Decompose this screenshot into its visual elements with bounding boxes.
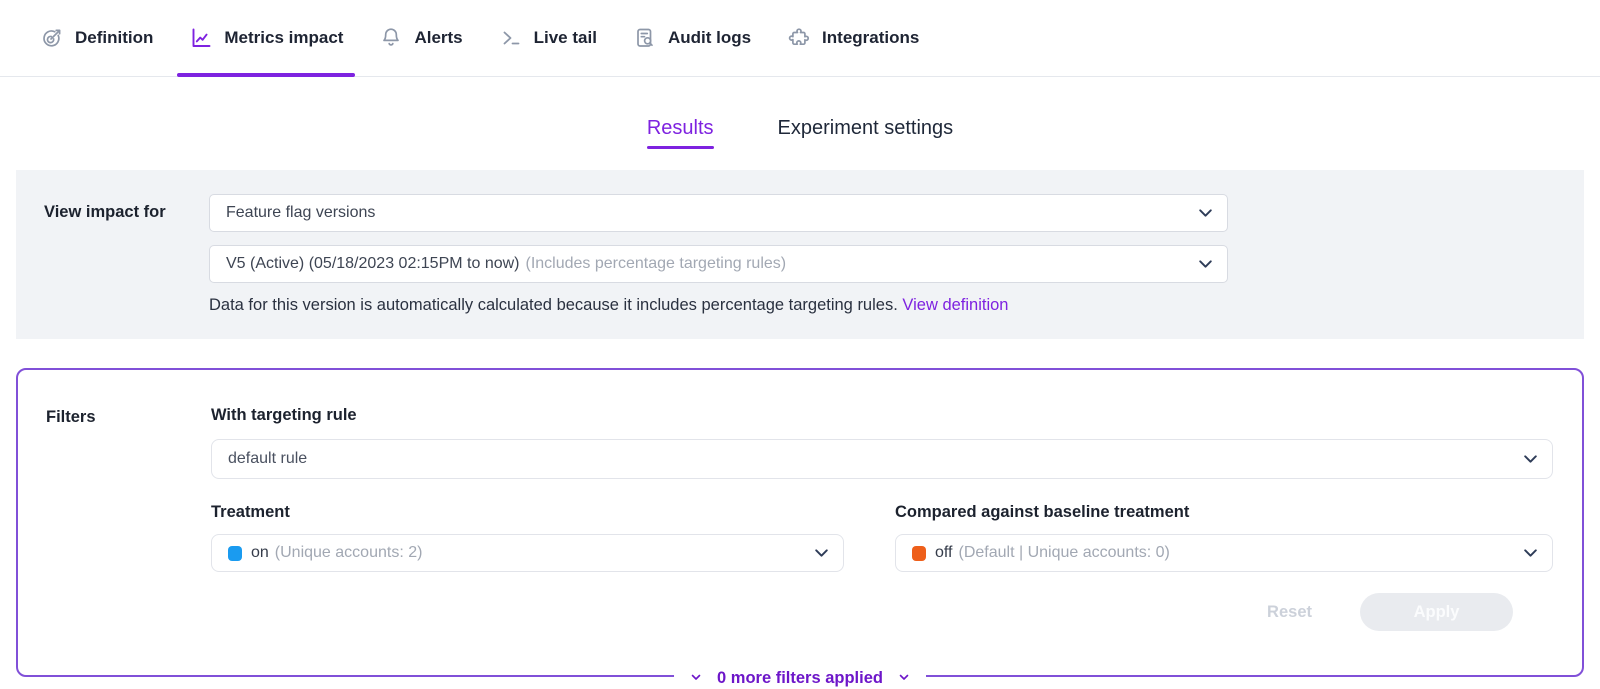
tab-integrations-label: Integrations	[822, 28, 919, 48]
tab-alerts[interactable]: Alerts	[365, 0, 476, 76]
targeting-rule-dropdown[interactable]: default rule	[211, 439, 1553, 479]
targeting-rule-value: default rule	[228, 450, 307, 468]
targeting-rule-label: With targeting rule	[211, 406, 1553, 425]
tab-results[interactable]: Results	[647, 117, 714, 149]
bell-icon	[379, 26, 403, 50]
tab-live-tail-label: Live tail	[534, 28, 597, 48]
filters-section-label: Filters	[46, 406, 211, 631]
impact-type-value: Feature flag versions	[226, 204, 375, 222]
more-filters-label: 0 more filters applied	[717, 669, 883, 688]
tab-metrics-impact[interactable]: Metrics impact	[175, 0, 357, 76]
more-filters-toggle[interactable]: 0 more filters applied	[674, 669, 926, 688]
reset-button[interactable]: Reset	[1267, 603, 1312, 622]
tab-metrics-impact-label: Metrics impact	[224, 28, 343, 48]
tab-experiment-settings[interactable]: Experiment settings	[778, 117, 954, 149]
chevron-down-icon	[813, 545, 830, 562]
tab-live-tail[interactable]: Live tail	[485, 0, 611, 76]
treatment-off-swatch	[912, 546, 926, 561]
version-note-text: Data for this version is automatically c…	[209, 296, 898, 314]
chevron-down-icon	[1197, 205, 1214, 222]
chevron-down-small-icon	[690, 669, 702, 688]
impact-type-dropdown[interactable]: Feature flag versions	[209, 194, 1228, 232]
treatment-dropdown[interactable]: on (Unique accounts: 2)	[211, 534, 844, 572]
view-definition-link[interactable]: View definition	[902, 296, 1008, 314]
tab-alerts-label: Alerts	[414, 28, 462, 48]
baseline-treatment-dropdown[interactable]: off (Default | Unique accounts: 0)	[895, 534, 1553, 572]
chevron-down-icon	[1197, 256, 1214, 273]
treatment-hint: (Unique accounts: 2)	[275, 544, 423, 562]
baseline-treatment-label: Compared against baseline treatment	[895, 503, 1553, 522]
flag-version-dropdown[interactable]: V5 (Active) (05/18/2023 02:15PM to now) …	[209, 245, 1228, 283]
baseline-value: off	[935, 544, 953, 562]
view-impact-label: View impact for	[16, 194, 209, 315]
tab-integrations[interactable]: Integrations	[773, 0, 933, 76]
line-chart-icon	[189, 26, 213, 50]
document-search-icon	[633, 26, 657, 50]
baseline-hint: (Default | Unique accounts: 0)	[959, 544, 1170, 562]
tab-audit-logs-label: Audit logs	[668, 28, 751, 48]
tab-definition[interactable]: Definition	[26, 0, 167, 76]
puzzle-icon	[787, 26, 811, 50]
apply-button[interactable]: Apply	[1360, 593, 1513, 631]
filters-panel: Filters With targeting rule default rule…	[16, 368, 1584, 677]
feature-flag-tab-bar: Definition Metrics impact Alerts Live ta…	[0, 0, 1600, 77]
tab-audit-logs[interactable]: Audit logs	[619, 0, 765, 76]
treatment-value: on	[251, 544, 269, 562]
flag-version-hint: (Includes percentage targeting rules)	[526, 255, 787, 273]
bullseye-arrow-icon	[40, 26, 64, 50]
treatment-label: Treatment	[211, 503, 844, 522]
terminal-icon	[499, 26, 523, 50]
chevron-down-icon	[1522, 545, 1539, 562]
view-impact-panel: View impact for Feature flag versions V5…	[16, 170, 1584, 339]
tab-definition-label: Definition	[75, 28, 153, 48]
chevron-down-icon	[1522, 451, 1539, 468]
treatment-on-swatch	[228, 546, 242, 561]
flag-version-value: V5 (Active) (05/18/2023 02:15PM to now)	[226, 255, 520, 273]
chevron-down-small-icon	[898, 669, 910, 688]
results-tab-bar: Results Experiment settings	[0, 117, 1600, 149]
